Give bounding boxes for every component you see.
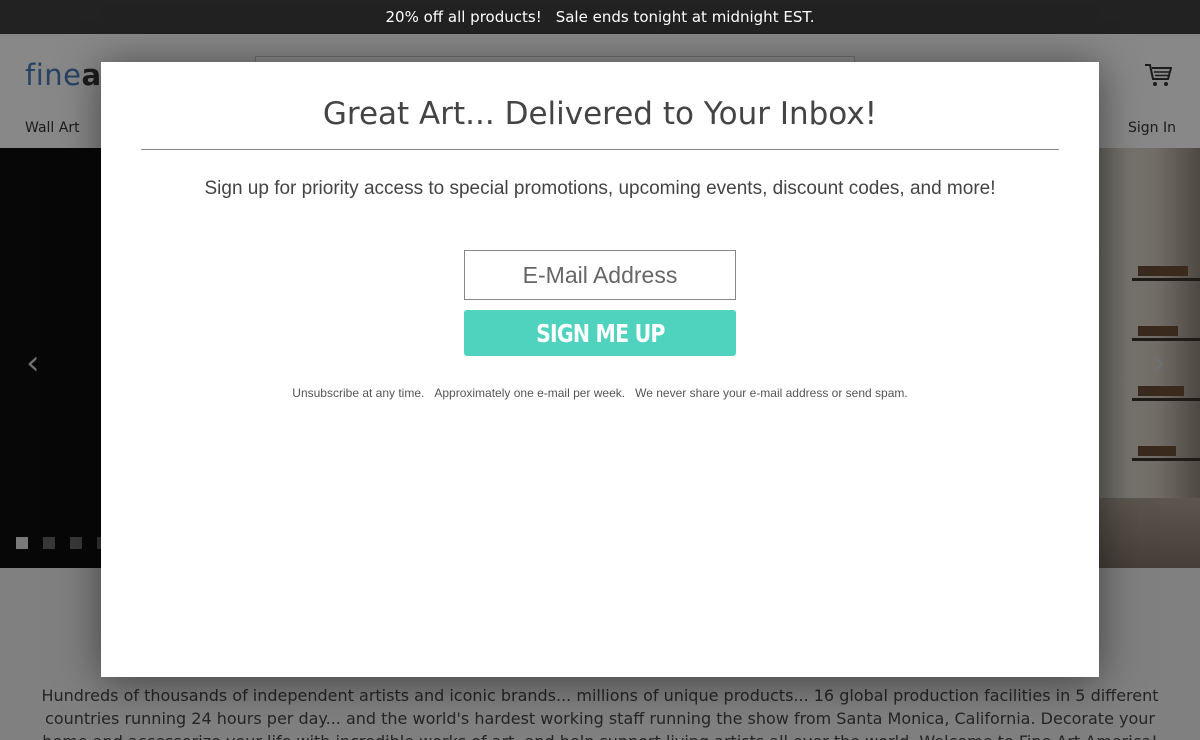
promo-banner: 20% off all products! Sale ends tonight … [0,0,1200,34]
title-divider [141,149,1059,150]
email-field[interactable] [464,250,736,300]
privacy-note: We never share your e-mail address or se… [635,386,908,400]
promo-deadline-text: Sale ends tonight at midnight EST. [555,8,815,26]
modal-title: Great Art... Delivered to Your Inbox! [322,96,878,132]
unsubscribe-note: Unsubscribe at any time. [292,386,425,400]
frequency-note: Approximately one e-mail per week. [434,386,626,400]
modal-fine-print: Unsubscribe at any time. Approximately on… [101,386,1099,400]
promo-discount-text: 20% off all products! [385,8,542,26]
sign-me-up-button[interactable]: SIGN ME UP [464,310,736,356]
sign-me-up-label: SIGN ME UP [535,318,665,348]
modal-description: Sign up for priority access to special p… [204,178,996,199]
newsletter-modal: Great Art... Delivered to Your Inbox! Si… [101,62,1099,677]
